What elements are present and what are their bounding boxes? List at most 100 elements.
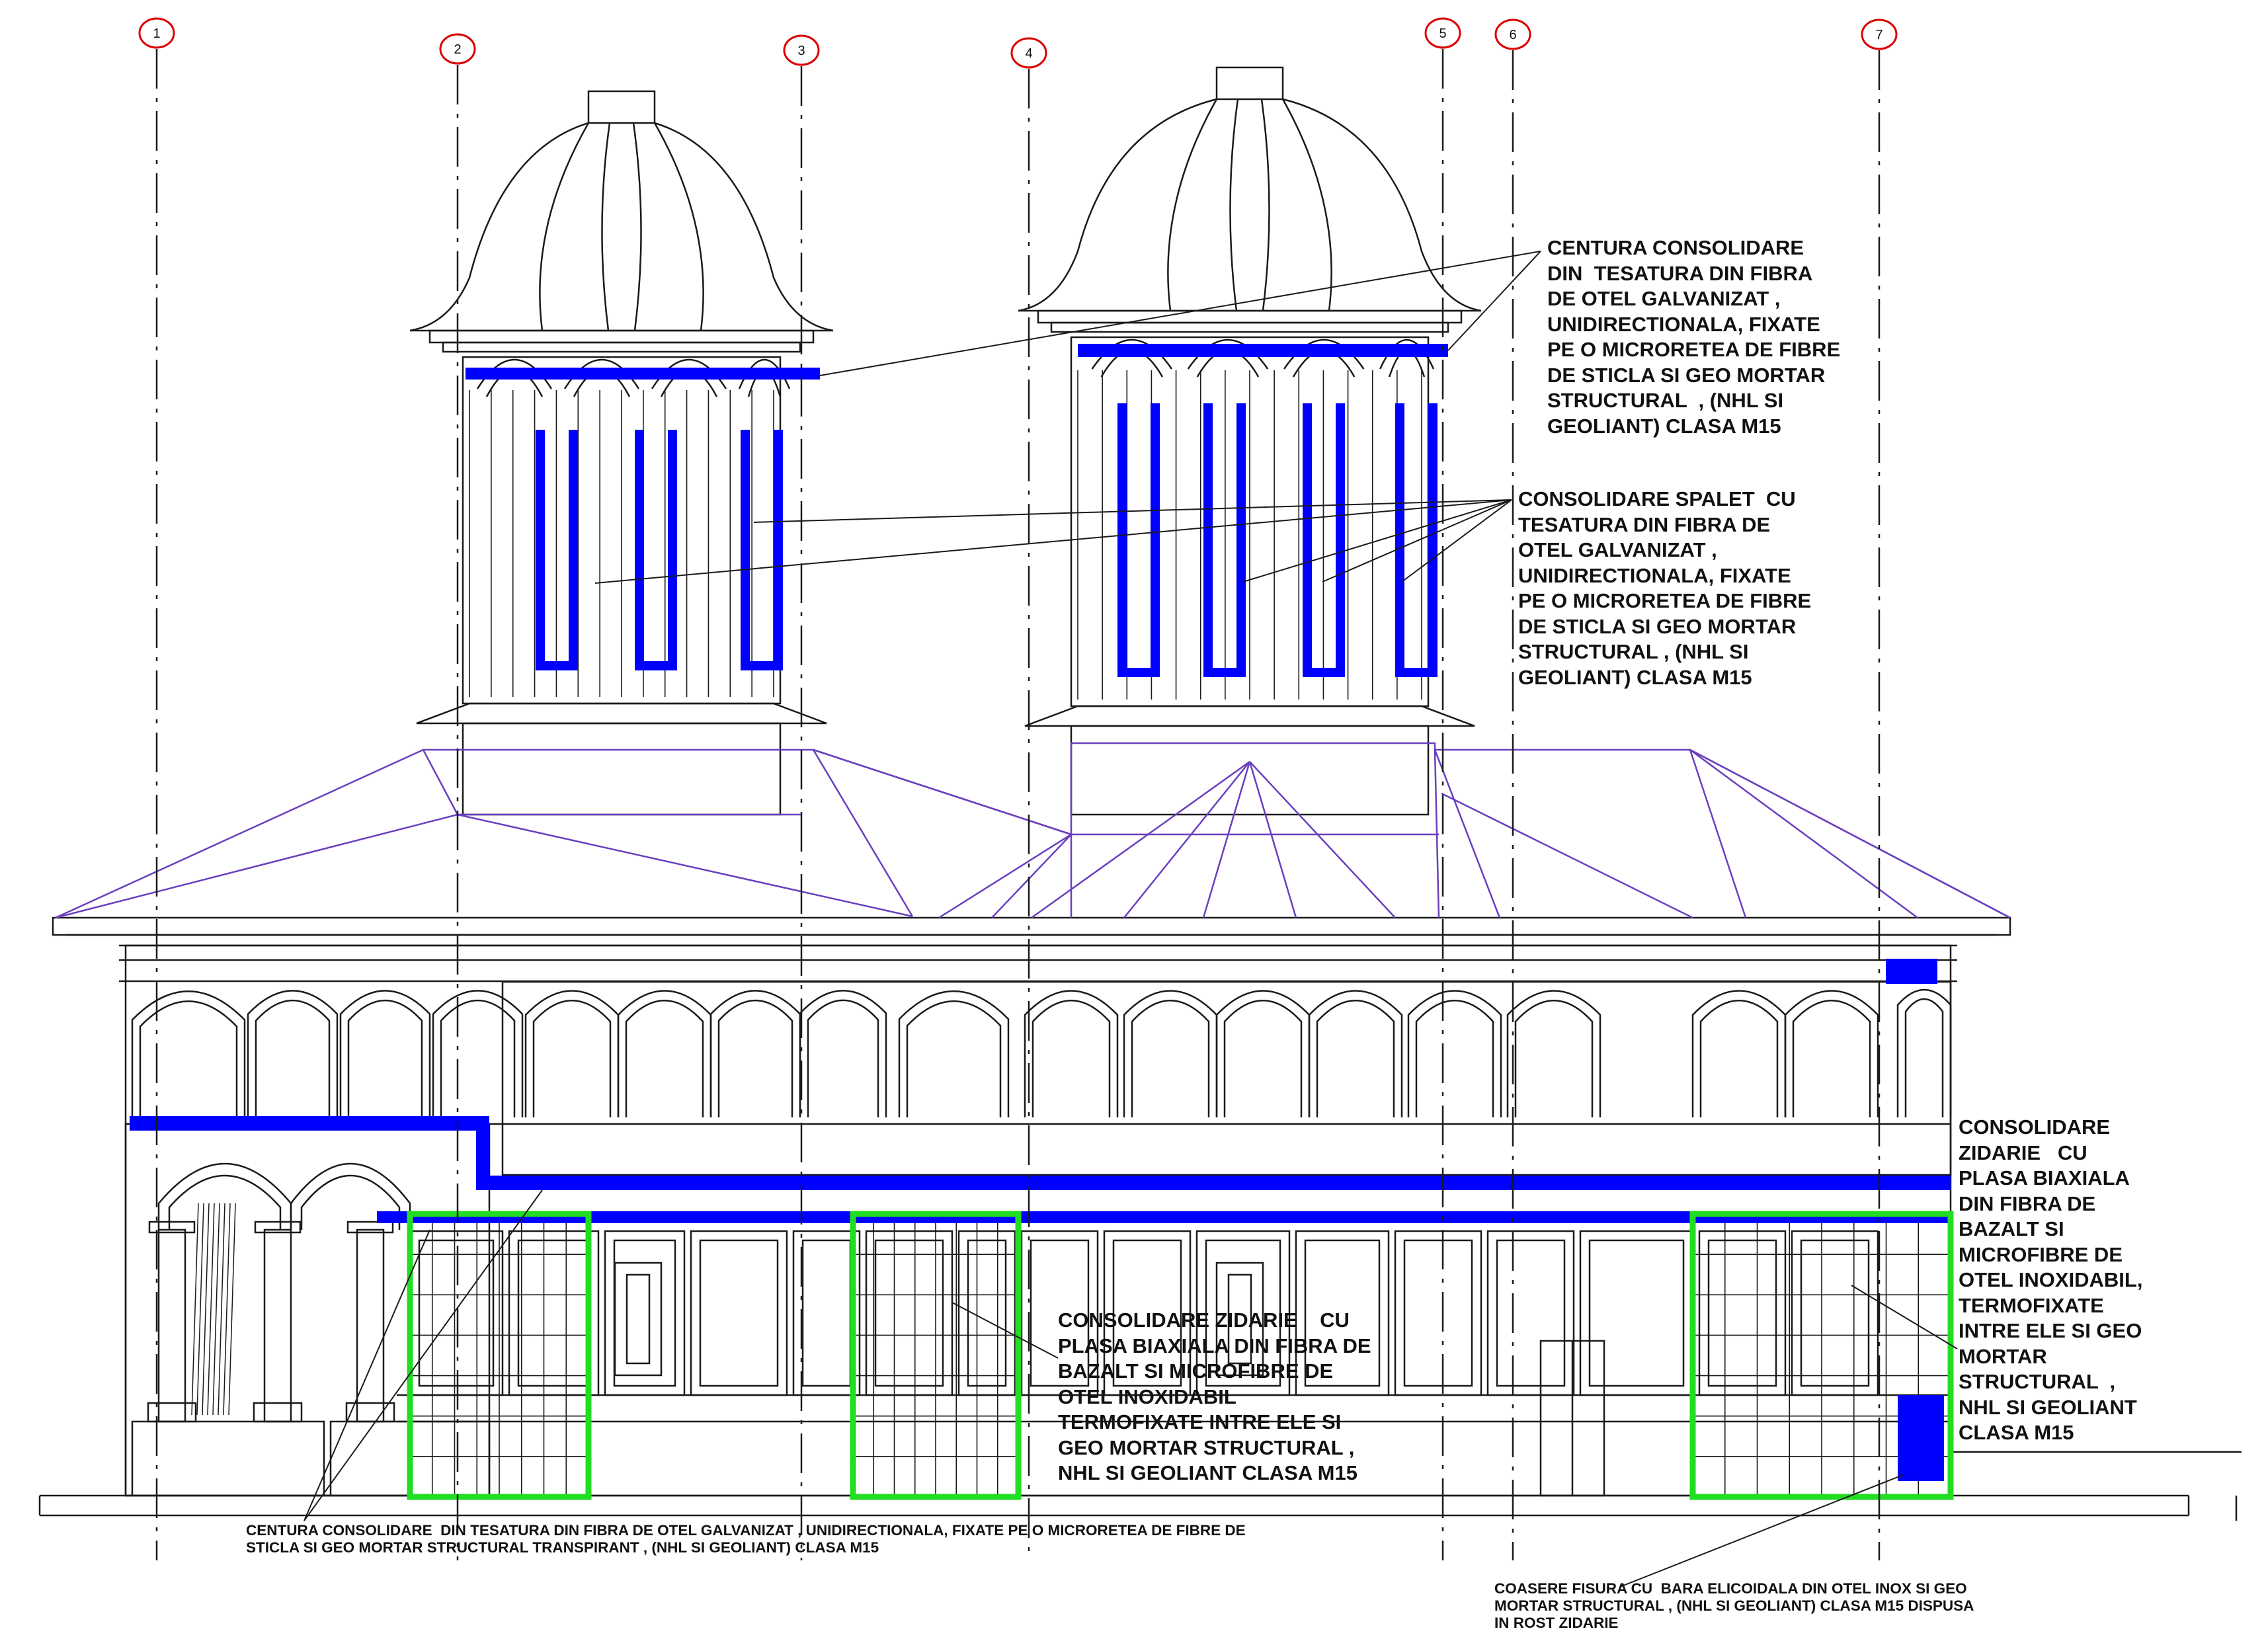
upper-arch-16 bbox=[1784, 990, 1879, 1117]
spalet-left-b-0 bbox=[569, 430, 578, 668]
porch-column-base-0 bbox=[147, 1402, 197, 1423]
roof-line-10 bbox=[1123, 761, 1250, 918]
leader-11 bbox=[1619, 1474, 1905, 1587]
upper-arch-4 bbox=[524, 990, 620, 1117]
porch-ironwork-7 bbox=[228, 1203, 236, 1416]
roof-line-0 bbox=[55, 813, 458, 919]
left-cornice-band bbox=[428, 329, 815, 344]
porch-ironwork-6 bbox=[223, 1203, 231, 1416]
left-dome-rib-4 bbox=[653, 122, 704, 331]
left-tower-skirt bbox=[416, 702, 827, 725]
lower-panel-12 bbox=[1486, 1230, 1575, 1396]
axis-label-6: 6 bbox=[1509, 28, 1516, 42]
upper-arch-11 bbox=[1215, 990, 1311, 1117]
porch-column-base-1 bbox=[253, 1402, 303, 1423]
lower-panel-inner-15 bbox=[1800, 1239, 1870, 1387]
upper-arch-inner-12 bbox=[1316, 1000, 1395, 1117]
upper-arch-inner-15 bbox=[1699, 1000, 1779, 1117]
upper-arch-inner-16 bbox=[1792, 1000, 1871, 1117]
lower-panel-2 bbox=[604, 1230, 686, 1396]
spalet-left-b-2 bbox=[774, 430, 783, 668]
belt-upper-main bbox=[476, 1176, 1951, 1190]
upper-arch-inner-2 bbox=[347, 999, 423, 1117]
right-dome-rib-1 bbox=[1167, 99, 1218, 311]
spalet-left-a-2 bbox=[741, 430, 750, 668]
right-cornice-band-lower bbox=[1050, 321, 1449, 333]
patch-lower-right bbox=[1898, 1395, 1944, 1481]
upper-arch-7 bbox=[799, 990, 887, 1117]
upper-arch-inner-4 bbox=[532, 1000, 612, 1117]
upper-arch-inner-0 bbox=[139, 1000, 238, 1117]
spalet-left-a-1 bbox=[635, 430, 644, 668]
lower-panel-11 bbox=[1394, 1230, 1482, 1396]
upper-arch-6 bbox=[709, 990, 801, 1117]
porch-column-1 bbox=[263, 1228, 292, 1423]
upper-arch-13 bbox=[1407, 990, 1502, 1117]
lower-panel-1 bbox=[508, 1230, 600, 1396]
porch-ironwork-3 bbox=[207, 1203, 215, 1416]
left-tower-base bbox=[462, 722, 782, 816]
roof-line-20 bbox=[1689, 748, 1918, 919]
upper-arch-inner-5 bbox=[625, 1000, 704, 1117]
upper-arcade-zone bbox=[501, 981, 1952, 1176]
axis-label-7: 7 bbox=[1875, 28, 1883, 42]
right-dome-left bbox=[1018, 98, 1217, 312]
lower-panel-inner-4 bbox=[801, 1239, 852, 1387]
upper-arch-10 bbox=[1123, 990, 1218, 1117]
porch-ironwork-4 bbox=[212, 1203, 220, 1416]
upper-arch-inner-7 bbox=[807, 999, 879, 1117]
note-belt-bottom: CENTURA CONSOLIDARE DIN TESATURA DIN FIB… bbox=[246, 1522, 1246, 1556]
spalet-right-b-3 bbox=[1428, 403, 1438, 674]
upper-arch-1 bbox=[247, 990, 339, 1117]
window-left bbox=[614, 1262, 663, 1377]
leader-5 bbox=[1322, 499, 1512, 582]
cornice bbox=[52, 916, 2011, 936]
right-tower-base bbox=[1070, 725, 1430, 816]
upper-arch-inner-14 bbox=[1514, 1000, 1594, 1117]
spalet-right-a-2 bbox=[1303, 403, 1312, 674]
upper-arch-2 bbox=[339, 990, 431, 1117]
spalet-right-c-1 bbox=[1203, 668, 1246, 677]
roof-lines bbox=[55, 742, 2011, 919]
upper-arch-3 bbox=[432, 990, 524, 1117]
upper-arch-9 bbox=[1024, 990, 1119, 1117]
lower-panel-inner-11 bbox=[1403, 1239, 1473, 1387]
spalet-right-a-3 bbox=[1395, 403, 1404, 674]
left-dome-right bbox=[654, 122, 834, 332]
axis-label-1: 1 bbox=[153, 26, 160, 41]
right-dome-rib-2 bbox=[1229, 99, 1239, 311]
lower-panel-inner-1 bbox=[517, 1239, 590, 1387]
spalet-right-c-3 bbox=[1395, 668, 1438, 677]
right-tower-skirt bbox=[1024, 705, 1475, 727]
left-dome-rib-1 bbox=[539, 122, 590, 331]
roof-line-11 bbox=[1202, 761, 1251, 918]
porch-plinth-left bbox=[131, 1420, 325, 1497]
upper-arch-inner-6 bbox=[717, 999, 793, 1117]
upper-arch-8 bbox=[898, 990, 1010, 1117]
roof-line-16 bbox=[1441, 792, 1693, 919]
lower-panel-5 bbox=[865, 1230, 953, 1396]
spalet-right-b-2 bbox=[1336, 403, 1345, 674]
window-left-inner bbox=[626, 1273, 651, 1365]
spalet-right-b-0 bbox=[1151, 403, 1160, 674]
spalet-right-b-1 bbox=[1236, 403, 1246, 674]
roof-line-1 bbox=[457, 813, 913, 918]
note-masonry-center: CONSOLIDARE ZIDARIE CU PLASA BIAXIALA DI… bbox=[1058, 1308, 1371, 1484]
roof-line-13 bbox=[1249, 761, 1396, 918]
porch-column-0 bbox=[157, 1228, 186, 1423]
spalet-left-a-0 bbox=[536, 430, 545, 668]
roof-line-5 bbox=[813, 748, 1072, 836]
spalet-right-c-0 bbox=[1117, 668, 1160, 677]
spalet-right-c-2 bbox=[1303, 668, 1345, 677]
porch-ironwork-2 bbox=[202, 1203, 210, 1416]
leader-1 bbox=[1447, 251, 1541, 351]
axis-label-2: 2 bbox=[454, 42, 461, 57]
right-dome-rib-4 bbox=[1281, 99, 1332, 311]
axis-label-5: 5 bbox=[1439, 26, 1446, 41]
axis-label-3: 3 bbox=[797, 44, 805, 58]
belt-right-tower bbox=[1078, 344, 1448, 357]
upper-arch-0 bbox=[131, 990, 246, 1117]
porch-column-capital-1 bbox=[254, 1221, 302, 1234]
note-crack-stitching: COASERE FISURA CU BARA ELICOIDALA DIN OT… bbox=[1494, 1580, 1974, 1631]
roof-line-12 bbox=[1248, 761, 1297, 918]
